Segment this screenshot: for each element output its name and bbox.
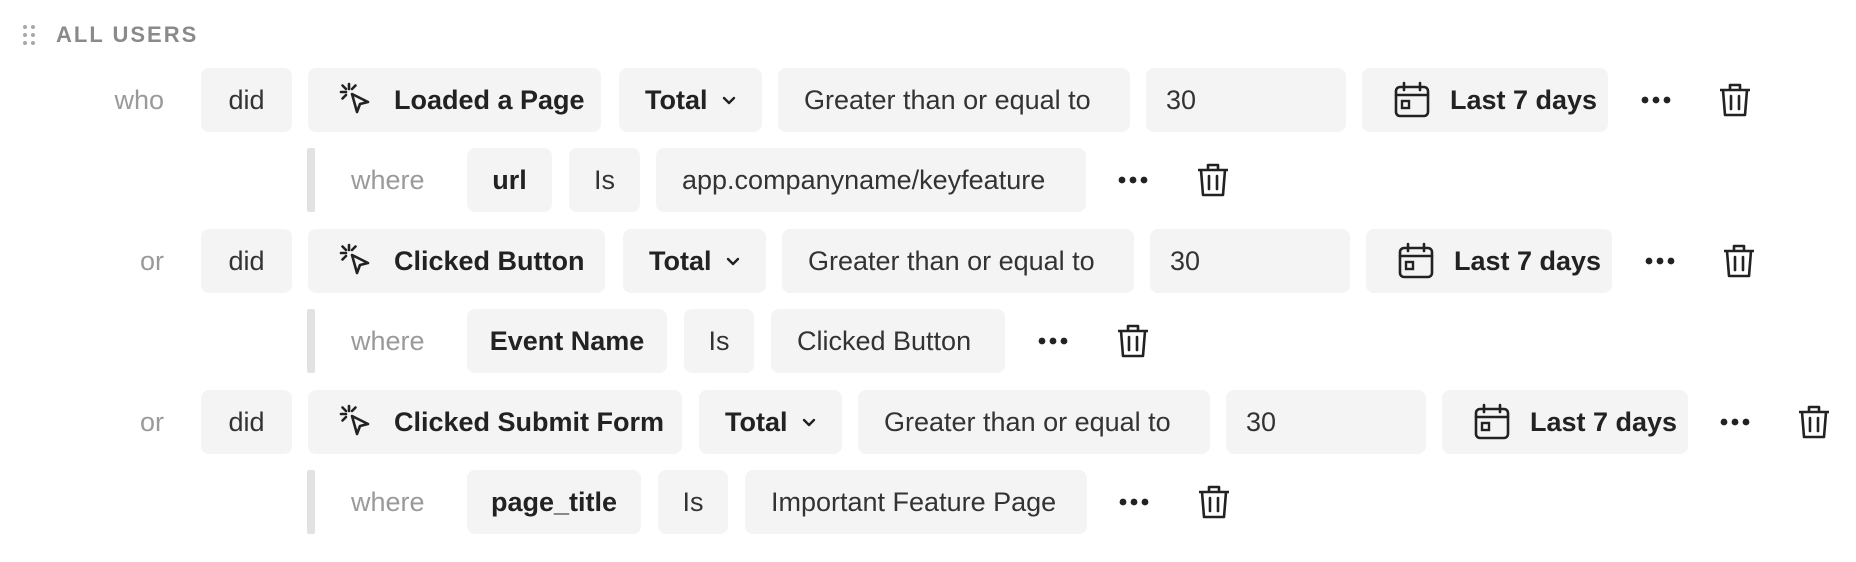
aggregate-dropdown[interactable]: Total [619, 68, 762, 132]
did-chip[interactable]: did [201, 68, 292, 132]
delete-filter-button[interactable] [1185, 148, 1241, 212]
more-options-button[interactable] [1628, 68, 1684, 132]
date-range-picker[interactable]: Last 7 days [1366, 229, 1612, 293]
filter-property[interactable]: Event Name [467, 309, 667, 373]
more-options-button[interactable] [1105, 148, 1161, 212]
date-range-label: Last 7 days [1454, 245, 1602, 276]
chevron-down-icon [802, 418, 815, 427]
did-chip[interactable]: did [201, 229, 292, 293]
row-connector-label: or [139, 246, 164, 276]
where-label: where [351, 326, 425, 356]
delete-condition-button[interactable] [1786, 390, 1842, 454]
cursor-click-icon [339, 404, 370, 436]
more-horizontal-icon [1720, 418, 1750, 426]
trash-icon [1118, 324, 1148, 358]
filter-operator[interactable]: Is [569, 148, 640, 212]
did-chip[interactable]: did [201, 390, 292, 454]
event-selector[interactable]: Clicked Button [308, 229, 605, 293]
value-input[interactable]: 30 [1226, 390, 1426, 454]
filter-operator[interactable]: Is [658, 470, 728, 534]
calendar-icon [1398, 242, 1434, 279]
filter-property[interactable]: url [467, 148, 552, 212]
more-horizontal-icon [1119, 498, 1149, 506]
aggregate-value: Total [645, 84, 708, 115]
condition-row: or did Clicked Submit Form Total Greater… [0, 390, 1856, 454]
condition-row: who did Loaded a Page Total Greater than… [0, 68, 1856, 132]
filter-indent-bar [307, 148, 315, 212]
operator-select[interactable]: Greater than or equal to [778, 68, 1130, 132]
event-selector[interactable]: Clicked Submit Form [308, 390, 682, 454]
chevron-down-icon [722, 96, 735, 105]
more-horizontal-icon [1645, 257, 1675, 265]
delete-filter-button[interactable] [1186, 470, 1242, 534]
more-horizontal-icon [1118, 176, 1148, 184]
trash-icon [1799, 405, 1829, 439]
event-name: Clicked Button [394, 245, 585, 276]
delete-condition-button[interactable] [1707, 68, 1763, 132]
chevron-down-icon [726, 257, 739, 266]
more-options-button[interactable] [1106, 470, 1162, 534]
event-name: Clicked Submit Form [394, 406, 665, 437]
aggregate-value: Total [725, 406, 788, 437]
more-horizontal-icon [1641, 96, 1671, 104]
filter-value[interactable]: app.companyname/keyfeature [656, 148, 1086, 212]
event-name: Loaded a Page [394, 84, 585, 115]
cursor-click-icon [339, 243, 370, 275]
row-connector-label: or [139, 407, 164, 437]
filter-row: where page_title Is Important Feature Pa… [0, 470, 1856, 534]
more-options-button[interactable] [1025, 309, 1081, 373]
aggregate-value: Total [649, 245, 712, 276]
filter-value[interactable]: Clicked Button [771, 309, 1005, 373]
filter-indent-bar [307, 309, 315, 373]
condition-row: or did Clicked Button Total Greater than… [0, 229, 1856, 293]
drag-handle-icon[interactable] [22, 24, 36, 46]
delete-condition-button[interactable] [1711, 229, 1767, 293]
section-title: ALL USERS [56, 22, 199, 47]
filter-indent-bar [307, 470, 315, 534]
trash-icon [1198, 163, 1228, 197]
cursor-click-icon [339, 82, 370, 114]
calendar-icon [1394, 81, 1430, 118]
delete-filter-button[interactable] [1105, 309, 1161, 373]
filter-row: where Event Name Is Clicked Button [0, 309, 1856, 373]
operator-select[interactable]: Greater than or equal to [782, 229, 1134, 293]
filter-operator[interactable]: Is [684, 309, 754, 373]
date-range-label: Last 7 days [1450, 84, 1598, 115]
aggregate-dropdown[interactable]: Total [699, 390, 842, 454]
value-input[interactable]: 30 [1146, 68, 1346, 132]
value-input[interactable]: 30 [1150, 229, 1350, 293]
more-horizontal-icon [1038, 337, 1068, 345]
operator-select[interactable]: Greater than or equal to [858, 390, 1210, 454]
filter-row: where url Is app.companyname/keyfeature [0, 148, 1856, 212]
date-range-picker[interactable]: Last 7 days [1362, 68, 1608, 132]
trash-icon [1724, 244, 1754, 278]
row-connector-label: who [114, 85, 164, 115]
where-label: where [351, 165, 425, 195]
filter-property[interactable]: page_title [467, 470, 641, 534]
filter-value[interactable]: Important Feature Page [745, 470, 1087, 534]
trash-icon [1720, 83, 1750, 117]
more-options-button[interactable] [1632, 229, 1688, 293]
aggregate-dropdown[interactable]: Total [623, 229, 766, 293]
date-range-picker[interactable]: Last 7 days [1442, 390, 1688, 454]
calendar-icon [1474, 403, 1510, 440]
date-range-label: Last 7 days [1530, 406, 1678, 437]
more-options-button[interactable] [1707, 390, 1763, 454]
trash-icon [1199, 485, 1229, 519]
where-label: where [351, 487, 425, 517]
section-header: ALL USERS [22, 20, 198, 50]
event-selector[interactable]: Loaded a Page [308, 68, 601, 132]
